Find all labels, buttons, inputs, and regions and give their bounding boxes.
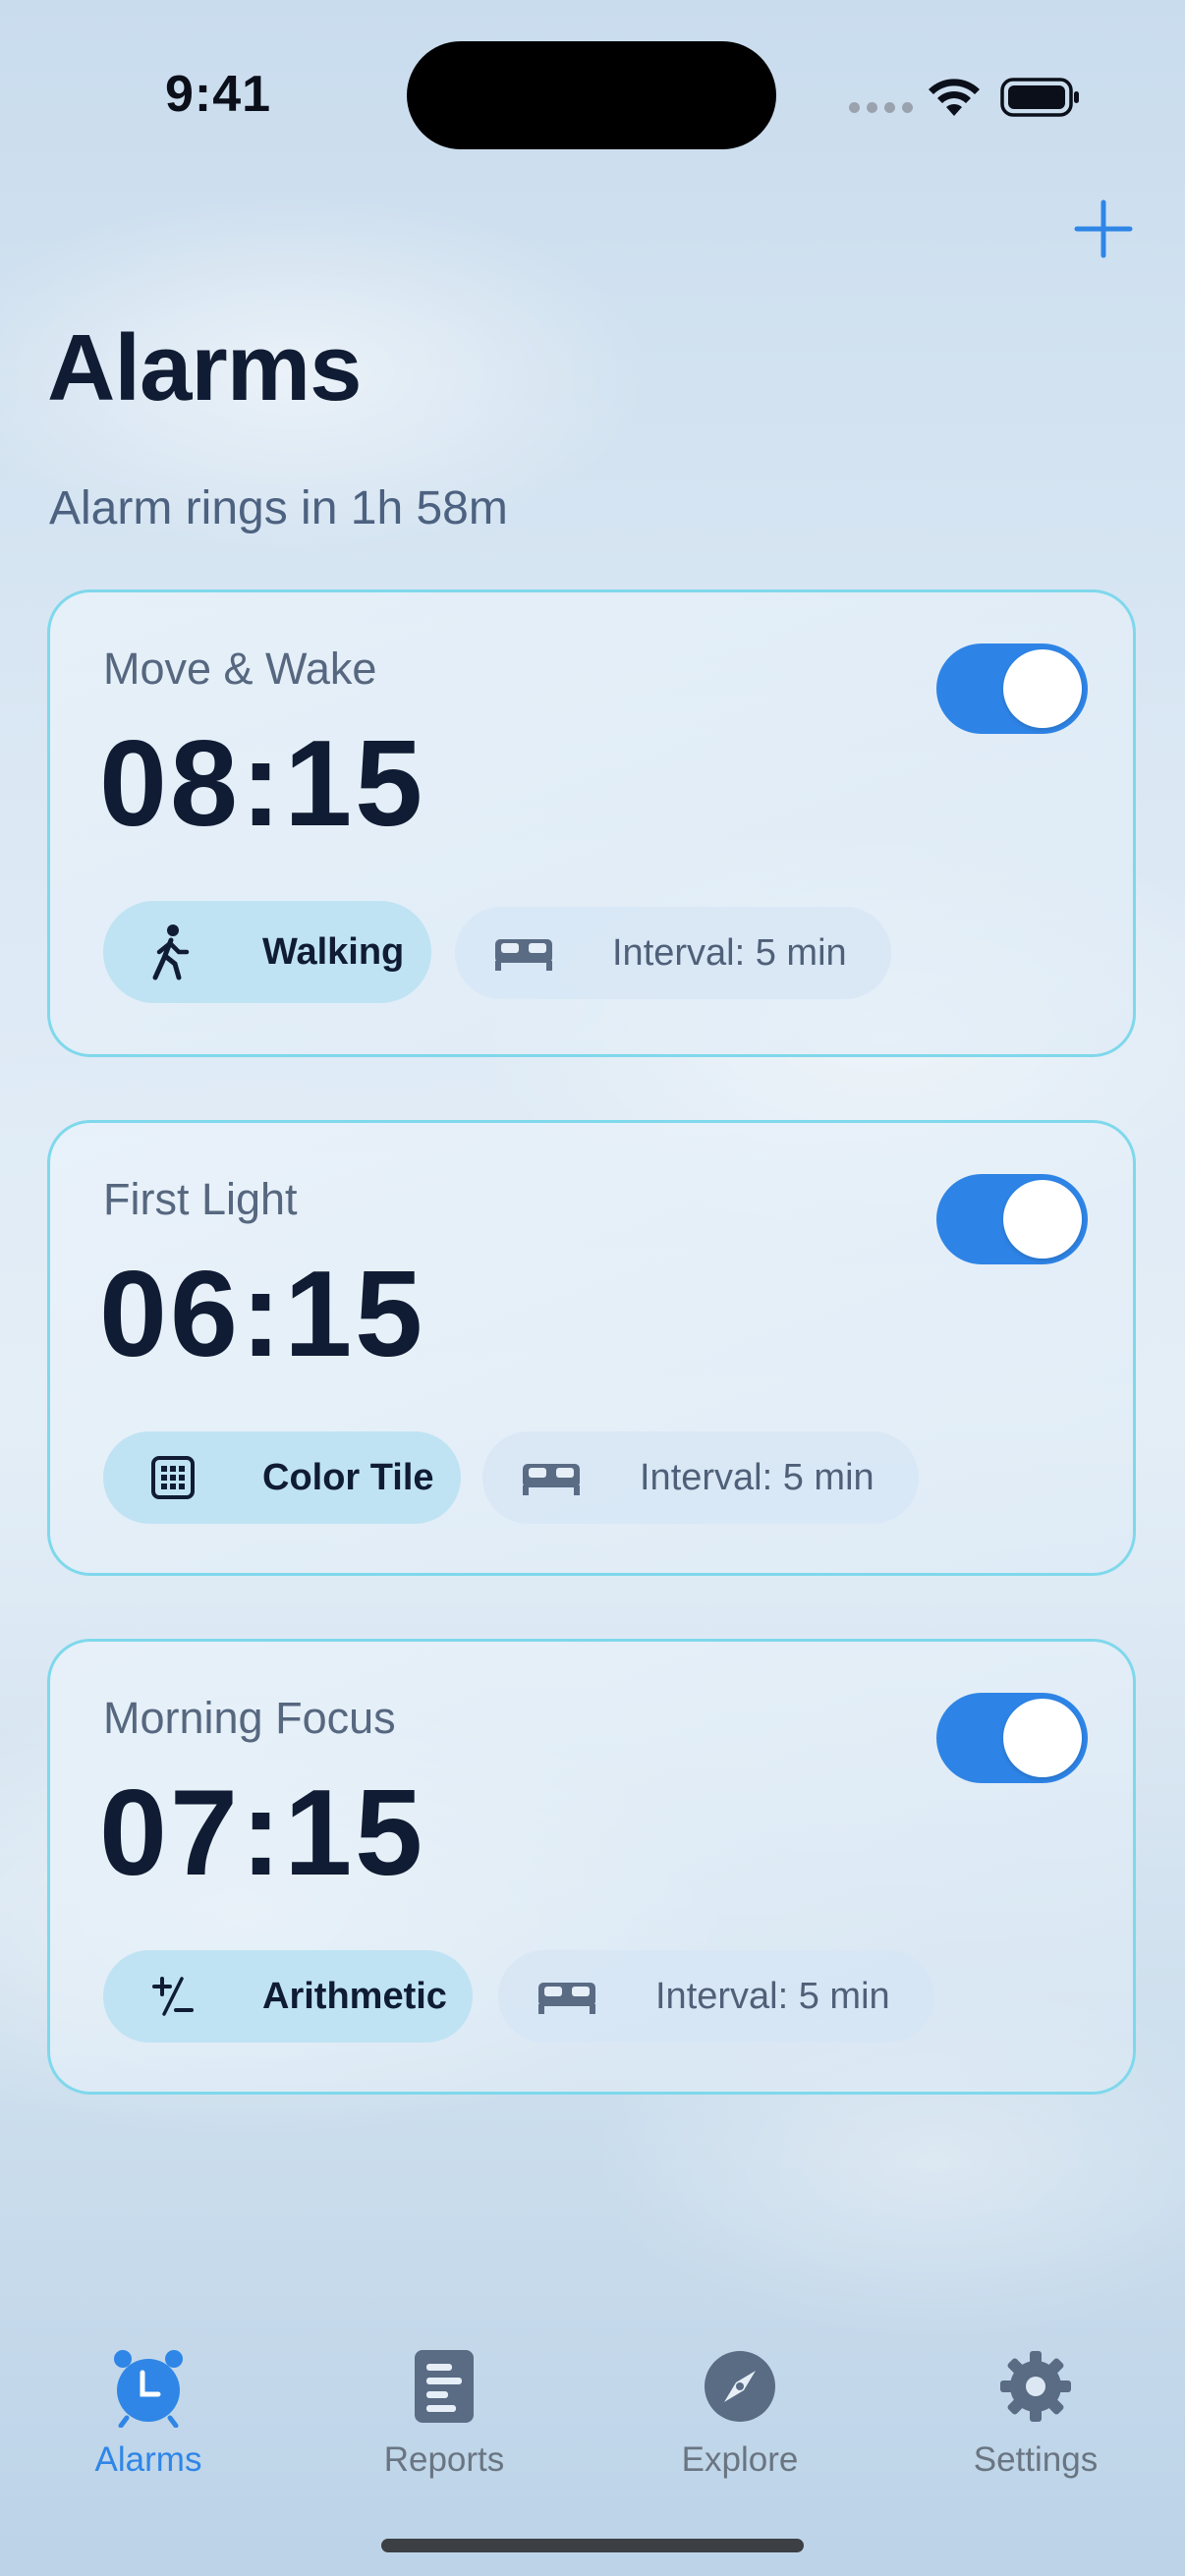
toggle-knob [1003,649,1082,728]
plus-minus-icon [148,1950,198,2043]
alarm-clock-icon [40,2342,256,2431]
tab-label: Reports [383,2440,505,2479]
snooze-interval: Interval: 5 min [655,1975,890,2017]
alarm-time: 06:15 [99,1247,426,1382]
status-time: 9:41 [165,66,272,123]
bed-icon [536,1950,598,2043]
tab-settings[interactable]: Settings [928,2342,1144,2480]
add-alarm-button[interactable] [1071,196,1136,261]
toggle-knob [1003,1699,1082,1777]
snooze-chip[interactable]: Interval: 5 min [455,907,891,999]
mission-label: Color Tile [262,1456,434,1498]
dynamic-island [407,41,776,149]
snooze-chip[interactable]: Interval: 5 min [498,1950,934,2043]
alarm-enabled-toggle[interactable] [936,644,1088,734]
compass-icon [632,2342,848,2431]
alarm-enabled-toggle[interactable] [936,1174,1088,1264]
mission-chip[interactable]: Color Tile [103,1431,461,1524]
report-icon [336,2342,552,2431]
alarm-label: Move & Wake [103,644,377,694]
home-indicator [381,2539,804,2552]
alarm-card[interactable]: Move & Wake 08:15 Walking Interval: 5 mi… [47,589,1136,1057]
snooze-interval: Interval: 5 min [612,931,847,974]
tab-explore[interactable]: Explore [632,2342,848,2480]
bed-icon [520,1431,583,1524]
mission-chip[interactable]: Arithmetic [103,1950,473,2043]
tab-label: Alarms [94,2440,202,2479]
gear-icon [928,2342,1144,2431]
alarm-label: First Light [103,1174,298,1224]
snooze-interval: Interval: 5 min [640,1456,875,1498]
alarm-time: 08:15 [99,716,426,852]
tab-reports[interactable]: Reports [336,2342,552,2480]
walking-person-icon [146,901,196,1003]
page-title: Alarms [47,315,362,420]
alarm-time: 07:15 [99,1765,426,1901]
alarm-enabled-toggle[interactable] [936,1693,1088,1783]
next-alarm-countdown: Alarm rings in 1h 58m [49,482,508,534]
mission-label: Walking [262,930,405,973]
alarm-label: Morning Focus [103,1693,396,1743]
mission-chip[interactable]: Walking [103,901,431,1003]
cellular-signal-icon [849,102,913,113]
wifi-icon [929,79,980,116]
color-tile-grid-icon [148,1431,198,1524]
mission-label: Arithmetic [262,1975,447,2017]
tab-label: Explore [681,2440,799,2479]
alarm-card[interactable]: Morning Focus 07:15 Arithmetic Interval:… [47,1639,1136,2095]
snooze-chip[interactable]: Interval: 5 min [482,1431,919,1524]
tab-label: Settings [973,2440,1099,2479]
plus-icon [1074,199,1133,258]
battery-icon [1000,78,1079,117]
alarm-card[interactable]: First Light 06:15 Color Tile Interval: 5… [47,1120,1136,1576]
tab-alarms[interactable]: Alarms [40,2342,256,2480]
bed-icon [492,907,555,999]
toggle-knob [1003,1180,1082,1259]
